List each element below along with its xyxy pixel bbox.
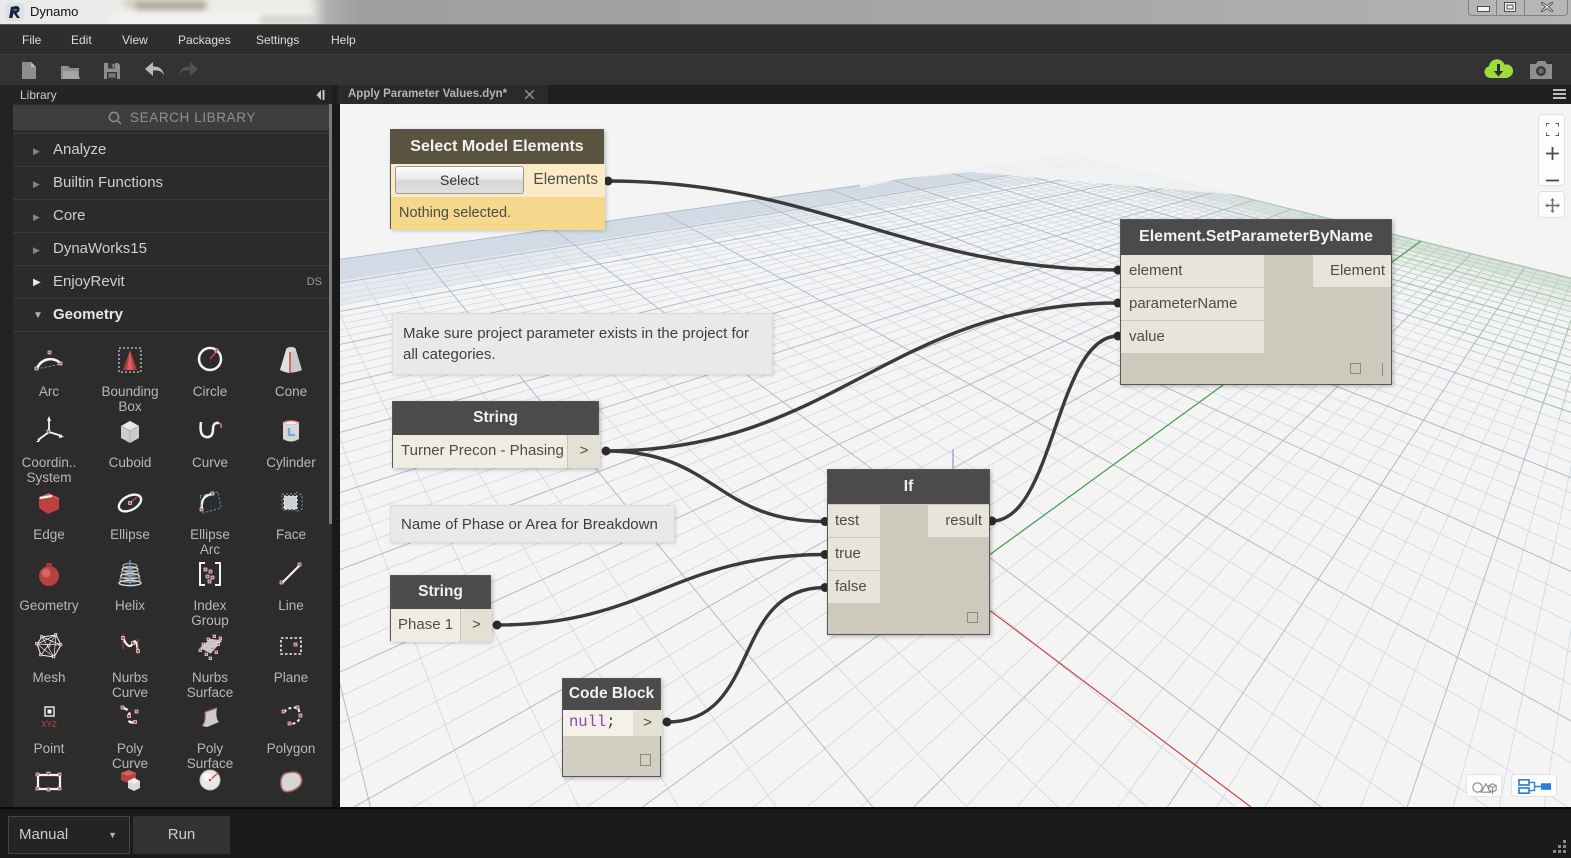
svg-text:XYZ: XYZ (41, 720, 57, 729)
